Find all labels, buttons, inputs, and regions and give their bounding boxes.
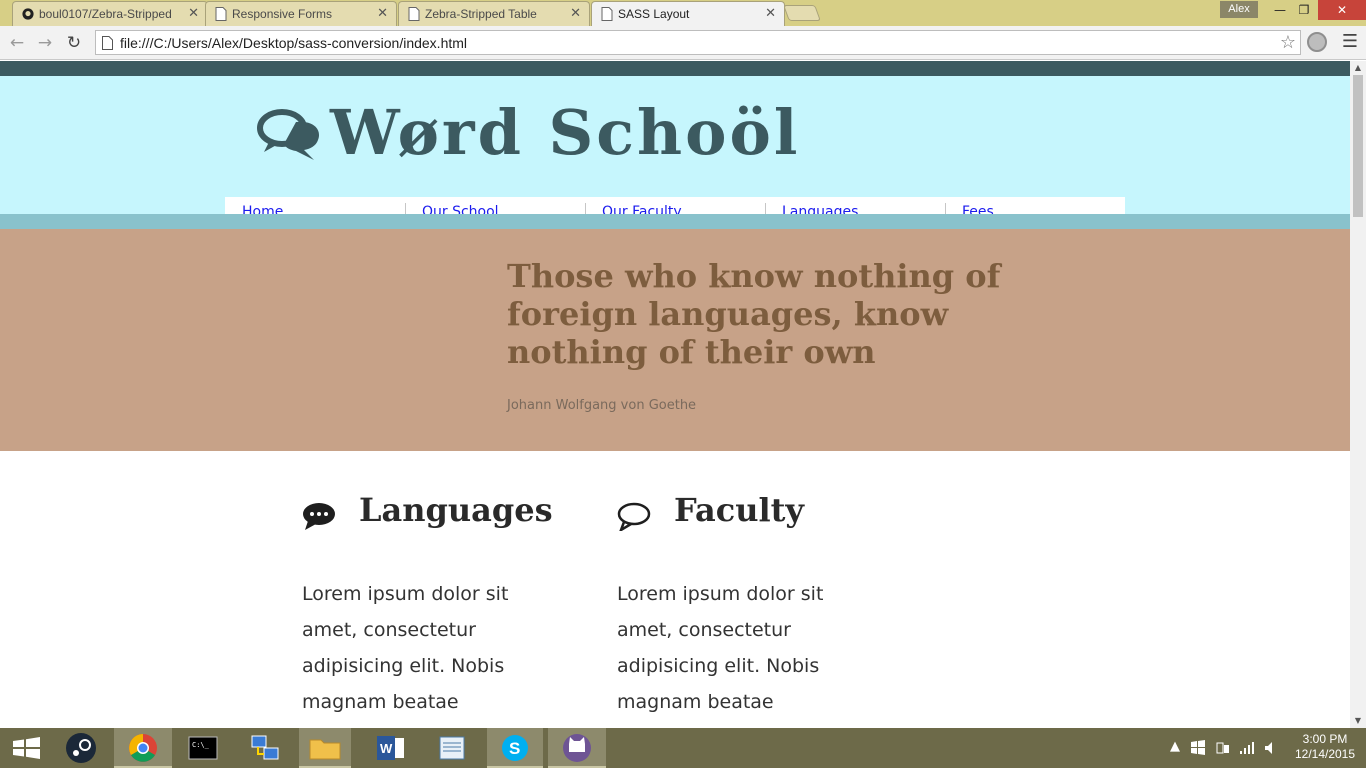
back-icon[interactable]: ←	[6, 32, 28, 54]
page-icon	[408, 7, 420, 21]
top-strip	[0, 61, 1350, 76]
section-body-faculty: Lorem ipsum dolor sit amet, consectetur …	[617, 583, 824, 713]
volume-icon[interactable]	[1263, 740, 1279, 756]
browser-toolbar: ← → ↻ file:///C:/Users/Alex/Desktop/sass…	[0, 26, 1366, 60]
tab-close-icon[interactable]: ✕	[377, 5, 388, 21]
page-icon	[215, 7, 227, 21]
tab-title: Zebra-Stripped Table	[425, 7, 537, 21]
speech-bubble-filled-icon	[303, 503, 335, 530]
tab-title: boul0107/Zebra-Stripped	[39, 7, 172, 21]
network-icon[interactable]	[238, 728, 292, 768]
document-icon	[439, 736, 465, 760]
site-header: Wørd Schoöl Home Our School Our Faculty …	[0, 76, 1350, 229]
section-title-languages: Languages	[359, 491, 553, 529]
tab-zebra-table[interactable]: Zebra-Stripped Table ✕	[398, 1, 590, 26]
page-icon	[601, 7, 613, 21]
tab-github[interactable]: boul0107/Zebra-Stripped ✕	[12, 1, 208, 26]
browser-tab-strip: boul0107/Zebra-Stripped ✕ Responsive For…	[0, 0, 1366, 26]
windows-logo-icon	[13, 737, 40, 759]
quote-banner: Those who know nothing of foreign langua…	[0, 229, 1350, 451]
url-text[interactable]: file:///C:/Users/Alex/Desktop/sass-conve…	[120, 35, 467, 51]
notepad-icon[interactable]	[425, 728, 479, 768]
word-icon[interactable]: W	[364, 728, 418, 768]
system-clock[interactable]: 3:00 PM 12/14/2015	[1288, 732, 1362, 762]
quote-author: Johann Wolfgang von Goethe	[507, 398, 697, 413]
forward-icon[interactable]: →	[34, 32, 56, 54]
scroll-up-icon[interactable]: ▲	[1350, 61, 1366, 75]
steam-icon[interactable]	[54, 728, 108, 768]
reload-icon[interactable]: ↻	[63, 32, 85, 54]
speech-bubble-outline-icon	[617, 502, 651, 531]
folder-icon	[309, 739, 341, 760]
svg-text:C:\_: C:\_	[192, 741, 210, 749]
github-icon	[22, 8, 34, 20]
site-logo[interactable]: Wørd Schoöl	[330, 96, 800, 169]
chrome-logo-icon	[129, 734, 157, 762]
tab-title: Responsive Forms	[232, 7, 333, 21]
chrome-icon[interactable]	[114, 728, 172, 768]
section-body-languages: Lorem ipsum dolor sit amet, consectetur …	[302, 583, 509, 713]
tab-close-icon[interactable]: ✕	[188, 5, 199, 21]
bookmark-star-icon[interactable]: ☆	[1280, 32, 1296, 53]
github-desktop-icon[interactable]	[548, 728, 606, 768]
battery-icon[interactable]	[1215, 740, 1231, 756]
clock-time: 3:00 PM	[1302, 732, 1348, 746]
quote-text: Those who know nothing of foreign langua…	[507, 257, 1001, 371]
windows-flag-tray-icon[interactable]	[1190, 740, 1206, 756]
section-title-faculty: Faculty	[674, 491, 804, 529]
page-viewport: Wørd Schoöl Home Our School Our Faculty …	[0, 61, 1350, 728]
address-bar[interactable]: file:///C:/Users/Alex/Desktop/sass-conve…	[95, 30, 1301, 55]
wifi-signal-icon[interactable]	[1239, 740, 1255, 756]
windows-taskbar: C:\_ W S ▲ 3:00 PM 12/14/2015	[0, 728, 1366, 768]
skype-logo-icon: S	[502, 735, 528, 761]
word-logo-icon: W	[377, 736, 404, 760]
tab-close-icon[interactable]: ✕	[570, 5, 581, 21]
scroll-down-icon[interactable]: ▼	[1350, 714, 1366, 728]
clock-date: 12/14/2015	[1294, 747, 1356, 761]
github-cat-icon	[563, 734, 591, 762]
svg-text:S: S	[509, 739, 520, 758]
windows-start-icon[interactable]	[0, 728, 54, 768]
tab-title: SASS Layout	[618, 7, 690, 21]
page-icon	[102, 36, 113, 50]
file-explorer-icon[interactable]	[299, 728, 351, 768]
network-computers-icon	[251, 735, 279, 760]
menu-icon[interactable]: ☰	[1340, 32, 1360, 52]
terminal-icon: C:\_	[188, 736, 218, 760]
tab-responsive-forms[interactable]: Responsive Forms ✕	[205, 1, 397, 26]
steam-logo-icon	[66, 733, 96, 763]
tab-close-icon[interactable]: ✕	[765, 5, 776, 21]
window-close-icon[interactable]: ✕	[1318, 0, 1366, 20]
show-hidden-icons-icon[interactable]: ▲	[1170, 739, 1180, 754]
tab-sass-layout[interactable]: SASS Layout ✕	[591, 1, 785, 26]
new-tab-button[interactable]	[783, 5, 821, 21]
vertical-scrollbar[interactable]: ▲ ▼	[1350, 61, 1366, 728]
nav-bottom-strip	[0, 214, 1350, 229]
chat-bubbles-icon	[257, 109, 320, 160]
scrollbar-thumb[interactable]	[1353, 75, 1363, 217]
restore-icon[interactable]: ❐	[1290, 0, 1318, 20]
cmd-icon[interactable]: C:\_	[176, 728, 230, 768]
skype-icon[interactable]: S	[487, 728, 543, 768]
extension-icon[interactable]	[1307, 32, 1327, 52]
svg-text:W: W	[380, 741, 393, 756]
profile-button[interactable]: Alex	[1220, 1, 1258, 18]
